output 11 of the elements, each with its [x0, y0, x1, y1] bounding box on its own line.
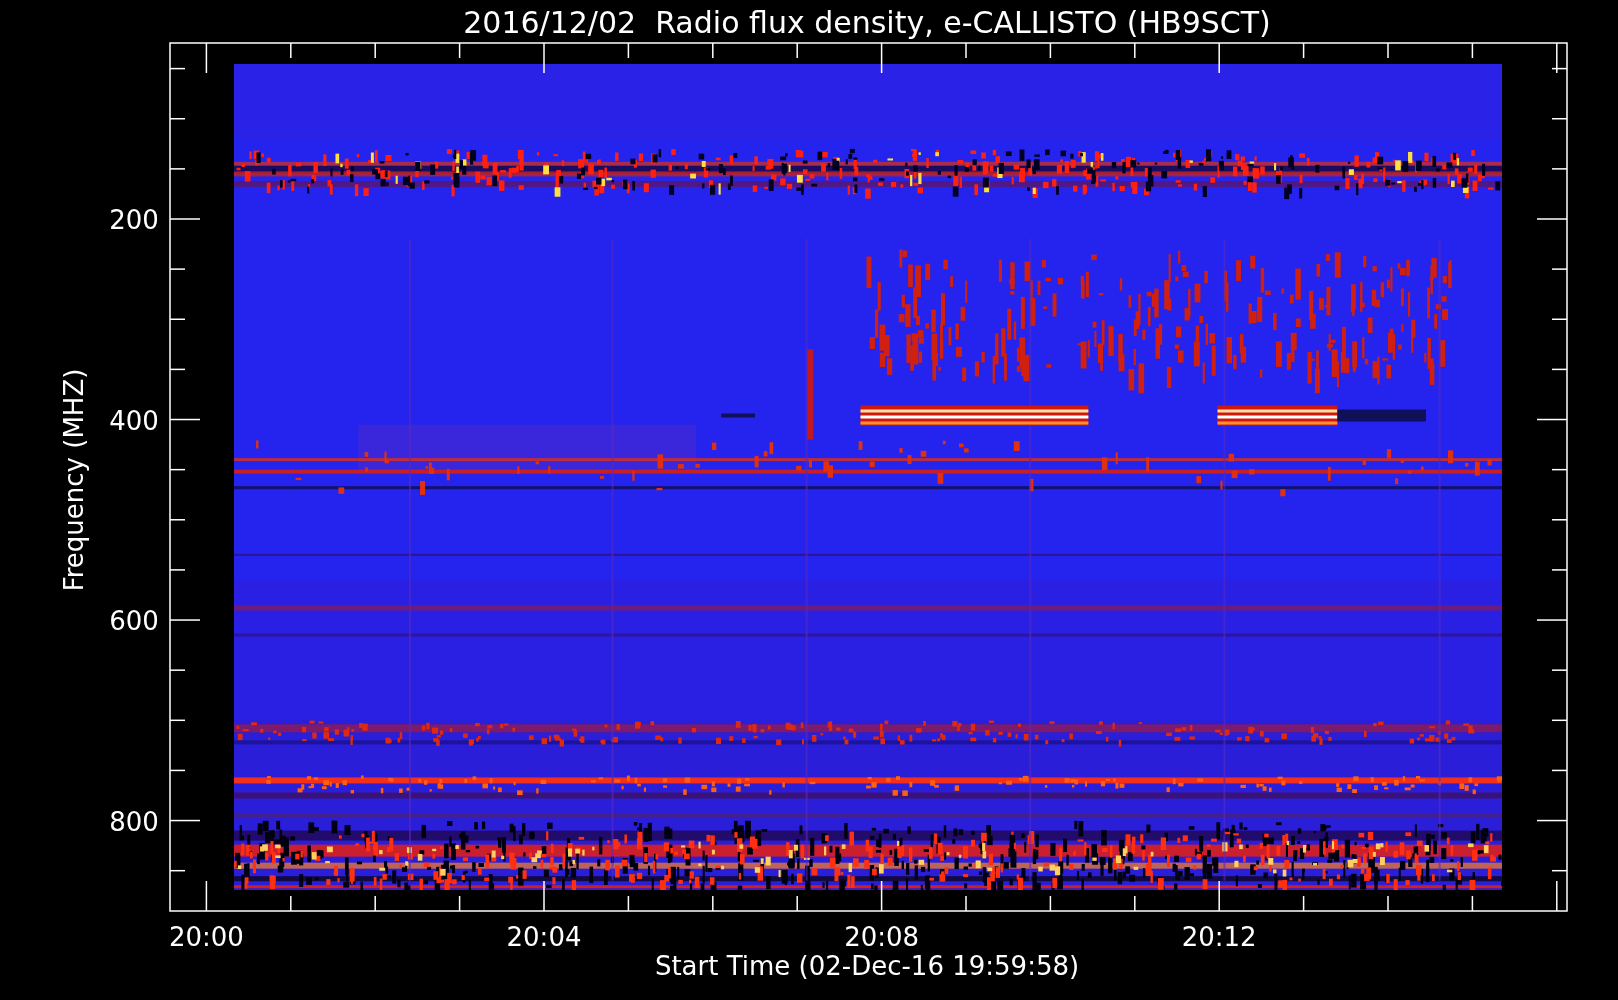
y-tick-label: 400 — [109, 405, 159, 436]
x-tick-label: 20:12 — [1181, 922, 1257, 952]
y-tick-label: 200 — [109, 205, 159, 235]
y-tick-label: 600 — [109, 606, 159, 637]
x-tick-label: 20:04 — [506, 922, 582, 952]
y-axis-label: Frequency (MHZ) — [59, 368, 89, 592]
x-axis-label: Start Time (02-Dec-16 19:59:58) — [654, 951, 1080, 981]
x-tick-label: 20:00 — [168, 922, 244, 952]
y-tick-label: 800 — [109, 806, 159, 837]
x-tick-label: 20:08 — [844, 922, 920, 952]
chart-title: 2016/12/02 Radio flux density, e-CALLISTO (HB9SCT) — [463, 5, 1271, 40]
